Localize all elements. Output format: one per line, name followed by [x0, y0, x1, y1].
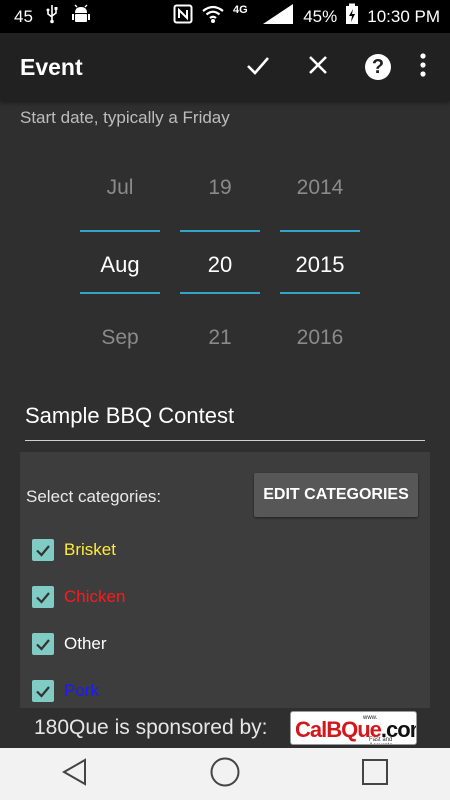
confirm-button[interactable] [228, 37, 288, 97]
more-vert-icon [420, 52, 426, 82]
year-prev[interactable]: 2014 [280, 176, 360, 200]
recents-button[interactable] [345, 749, 405, 799]
month-divider-top [80, 230, 160, 232]
category-label: Pork [64, 681, 99, 700]
home-button[interactable] [195, 749, 255, 799]
month-divider-bottom [80, 292, 160, 294]
categories-panel: Select categories: EDIT CATEGORIES Brisk… [20, 452, 430, 708]
month-current[interactable]: Aug [80, 252, 160, 278]
category-label: Brisket [64, 540, 116, 559]
system-nav-bar [0, 748, 450, 800]
nfc-icon [173, 4, 193, 29]
logo-tagline: Fast and Accurate [369, 737, 393, 744]
overflow-menu-button[interactable] [408, 37, 438, 97]
debug-android-icon [71, 4, 91, 29]
category-item-chicken[interactable]: Chicken [32, 582, 125, 612]
checkbox-checked-icon[interactable] [32, 680, 54, 702]
close-icon [307, 54, 329, 81]
day-divider-top [180, 230, 260, 232]
edit-categories-button[interactable]: EDIT CATEGORIES [254, 473, 418, 517]
day-divider-bottom [180, 292, 260, 294]
battery-charging-icon [345, 3, 359, 30]
cancel-button[interactable] [288, 37, 348, 97]
back-button[interactable] [45, 749, 105, 799]
lte-signal-icon: 4G [233, 3, 295, 30]
category-item-pork[interactable]: Pork [32, 676, 99, 706]
help-icon: ? [365, 54, 391, 80]
year-divider-top [280, 230, 360, 232]
sponsor-text: 180Que is sponsored by: [34, 716, 268, 739]
category-item-brisket[interactable]: Brisket [32, 535, 116, 565]
sponsor-bar: 180Que is sponsored by: www. CalBQue.com… [0, 708, 450, 748]
usb-icon [45, 4, 59, 29]
back-triangle-icon [60, 757, 90, 792]
category-label: Chicken [64, 587, 126, 606]
day-prev[interactable]: 19 [180, 176, 260, 200]
month-next[interactable]: Sep [80, 326, 160, 350]
check-icon [245, 52, 271, 83]
year-current[interactable]: 2015 [280, 252, 360, 278]
app-bar: Event ? [0, 33, 450, 101]
year-picker[interactable]: 2014 2015 2016 [280, 160, 360, 360]
year-next[interactable]: 2016 [280, 326, 360, 350]
wifi-icon [201, 4, 225, 29]
help-button[interactable]: ? [348, 37, 408, 97]
home-circle-icon [209, 756, 241, 793]
page-title: Event [20, 53, 83, 80]
checkbox-checked-icon[interactable] [32, 539, 54, 561]
sponsor-logo[interactable]: www. CalBQue.com Fast and Accurate [290, 711, 417, 745]
day-picker[interactable]: 19 20 21 [180, 160, 260, 360]
category-item-other[interactable]: Other [32, 629, 107, 659]
status-bar: 45 4G 45% 10:30 PM [0, 0, 450, 33]
month-prev[interactable]: Jul [80, 176, 160, 200]
month-picker[interactable]: Jul Aug Sep [80, 160, 160, 360]
svg-text:4G: 4G [233, 4, 248, 16]
categories-label: Select categories: [26, 487, 162, 506]
year-divider-bottom [280, 292, 360, 294]
date-hint: Start date, typically a Friday [20, 108, 230, 127]
event-name-field[interactable]: Sample BBQ Contest [25, 396, 425, 441]
day-next[interactable]: 21 [180, 326, 260, 350]
category-label: Other [64, 634, 107, 653]
checkbox-checked-icon[interactable] [32, 633, 54, 655]
checkbox-checked-icon[interactable] [32, 586, 54, 608]
recents-square-icon [360, 757, 390, 792]
clock: 10:30 PM [367, 6, 440, 26]
day-current[interactable]: 20 [180, 252, 260, 278]
notification-count: 45 [14, 6, 33, 26]
battery-percent: 45% [303, 6, 338, 26]
